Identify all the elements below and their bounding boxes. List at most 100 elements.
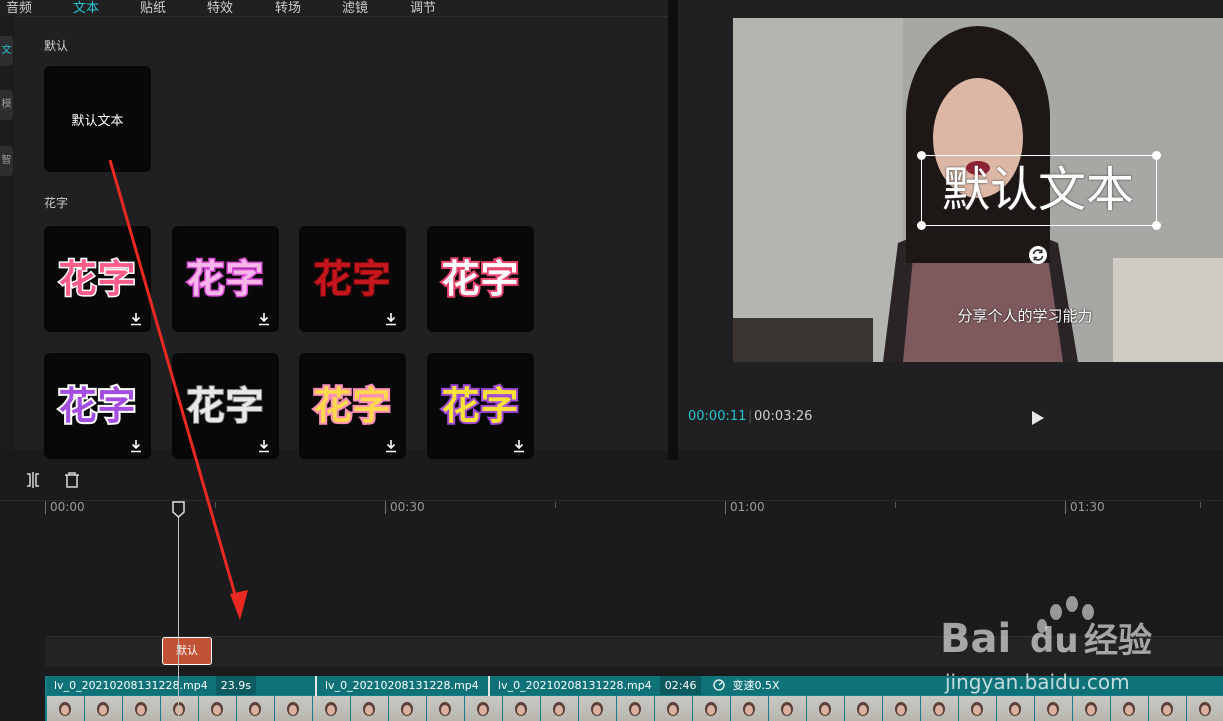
video-thumbnail [845,696,882,721]
resize-handle-top-right[interactable] [1152,151,1161,160]
tab-audio[interactable]: 音频 [6,0,32,16]
play-icon[interactable] [1031,410,1045,426]
video-thumbnail [1149,696,1186,721]
resize-handle-bottom-right[interactable] [1152,221,1161,230]
video-thumbnail [769,696,806,721]
clip-header-2[interactable]: lv_0_20210208131228.mp4 [318,676,495,695]
text-clip[interactable]: 默认 [162,637,212,665]
video-thumbnail [275,696,312,721]
ruler-tick-minor [555,502,556,508]
library-tabs: 音频 文本 贴纸 特效 转场 滤镜 调节 [0,0,668,17]
section-default-label: 默认 [44,39,69,53]
resize-handle-top-left[interactable] [917,151,926,160]
ruler-tick-minor [215,502,216,508]
video-thumbnail [541,696,578,721]
download-icon[interactable] [512,439,526,453]
ruler-tick [725,501,726,514]
download-icon[interactable] [129,312,143,326]
video-thumbnail [693,696,730,721]
time-separator: | [748,409,753,424]
ruler-label-0: 00:00 [50,500,85,514]
download-icon[interactable] [129,439,143,453]
download-icon[interactable] [257,312,271,326]
timeline-toolbar [0,460,1223,501]
video-thumbnail [427,696,464,721]
video-thumbnail [465,696,502,721]
playhead-line [178,516,179,721]
video-thumbnail [351,696,388,721]
flower-tile-7[interactable]: 花字 [299,353,406,459]
download-icon[interactable] [257,439,271,453]
flower-tile-5[interactable]: 花字 [44,353,151,459]
watermark-url: jingyan.baidu.com [945,670,1130,694]
flower-tile-7-text: 花字 [311,382,392,430]
flower-tile-4[interactable]: 花字 [427,226,534,332]
video-thumbnail [199,696,236,721]
clip-header-1[interactable]: lv_0_20210208131228.mp4 23.9s [47,676,322,695]
split-icon[interactable] [25,472,41,488]
video-thumbnail [959,696,996,721]
tab-sticker[interactable]: 贴纸 [140,0,166,16]
video-thumbnail [503,696,540,721]
watermark-logo-cn: 经验 [1084,621,1152,661]
clip-name: lv_0_20210208131228.mp4 [498,679,652,692]
panel-divider[interactable] [668,0,678,460]
tab-adjust[interactable]: 调节 [410,0,436,16]
section-flower-label: 花字 [44,196,69,210]
default-text-tile[interactable]: 默认文本 [44,66,151,172]
flower-tile-1-text: 花字 [57,256,137,303]
ruler-tick [45,501,46,514]
rotate-icon[interactable] [1028,245,1048,265]
tab-effects[interactable]: 特效 [207,0,233,16]
video-thumbnail [1073,696,1110,721]
flower-tile-6[interactable]: 花字 [172,353,279,459]
current-time: 00:00:11 [688,409,747,424]
flower-tile-2[interactable]: 花字 [172,226,279,332]
download-icon[interactable] [384,312,398,326]
total-time: 00:03:26 [754,409,813,424]
tab-transitions[interactable]: 转场 [275,0,301,16]
watermark-logo-text2: du [1030,621,1079,661]
flower-tile-8-text: 花字 [439,382,520,430]
delete-icon[interactable] [64,472,80,488]
ruler-label-3: 01:30 [1070,500,1105,514]
ruler-label-2: 01:00 [730,500,765,514]
playhead-icon[interactable] [172,501,185,518]
video-thumbnail [389,696,426,721]
download-icon[interactable] [384,439,398,453]
resize-handle-bottom-left[interactable] [917,221,926,230]
ruler-label-1: 00:30 [390,500,425,514]
video-thumbnail [85,696,122,721]
flower-tile-6-text: 花字 [185,383,265,429]
flower-tile-5-text: 花字 [56,382,137,430]
side-item-template[interactable]: 模 [0,90,13,120]
video-thumbnail [883,696,920,721]
ruler-tick-minor [1200,502,1201,508]
side-item-text[interactable]: 文 [0,36,13,66]
flower-tile-8[interactable]: 花字 [427,353,534,459]
clip-speed: 变速0.5X [732,679,780,692]
video-thumbnail [161,696,198,721]
video-thumbnail [1111,696,1148,721]
video-thumbnail [617,696,654,721]
library-side-strip: 文 模 智 [0,16,14,450]
video-thumbnail [921,696,958,721]
video-thumbnail [655,696,692,721]
video-thumbnail [731,696,768,721]
flower-tile-3-text: 花字 [312,256,392,302]
clip-name: lv_0_20210208131228.mp4 [54,679,208,692]
side-item-smart[interactable]: 智 [0,146,13,176]
flower-tile-1[interactable]: 花字 [44,226,151,332]
speed-icon [713,679,725,691]
ruler-tick [1065,501,1066,514]
flower-tile-3[interactable]: 花字 [299,226,406,332]
tab-filters[interactable]: 滤镜 [342,0,368,16]
ruler-tick-minor [895,502,896,508]
subtitle-text: 分享个人的学习能力 [957,307,1093,325]
video-thumbnail [997,696,1034,721]
tab-text[interactable]: 文本 [73,0,99,16]
text-selection-box[interactable] [917,151,1161,230]
video-thumbnail [807,696,844,721]
clip-duration: 02:46 [659,676,702,695]
video-thumbnail [579,696,616,721]
